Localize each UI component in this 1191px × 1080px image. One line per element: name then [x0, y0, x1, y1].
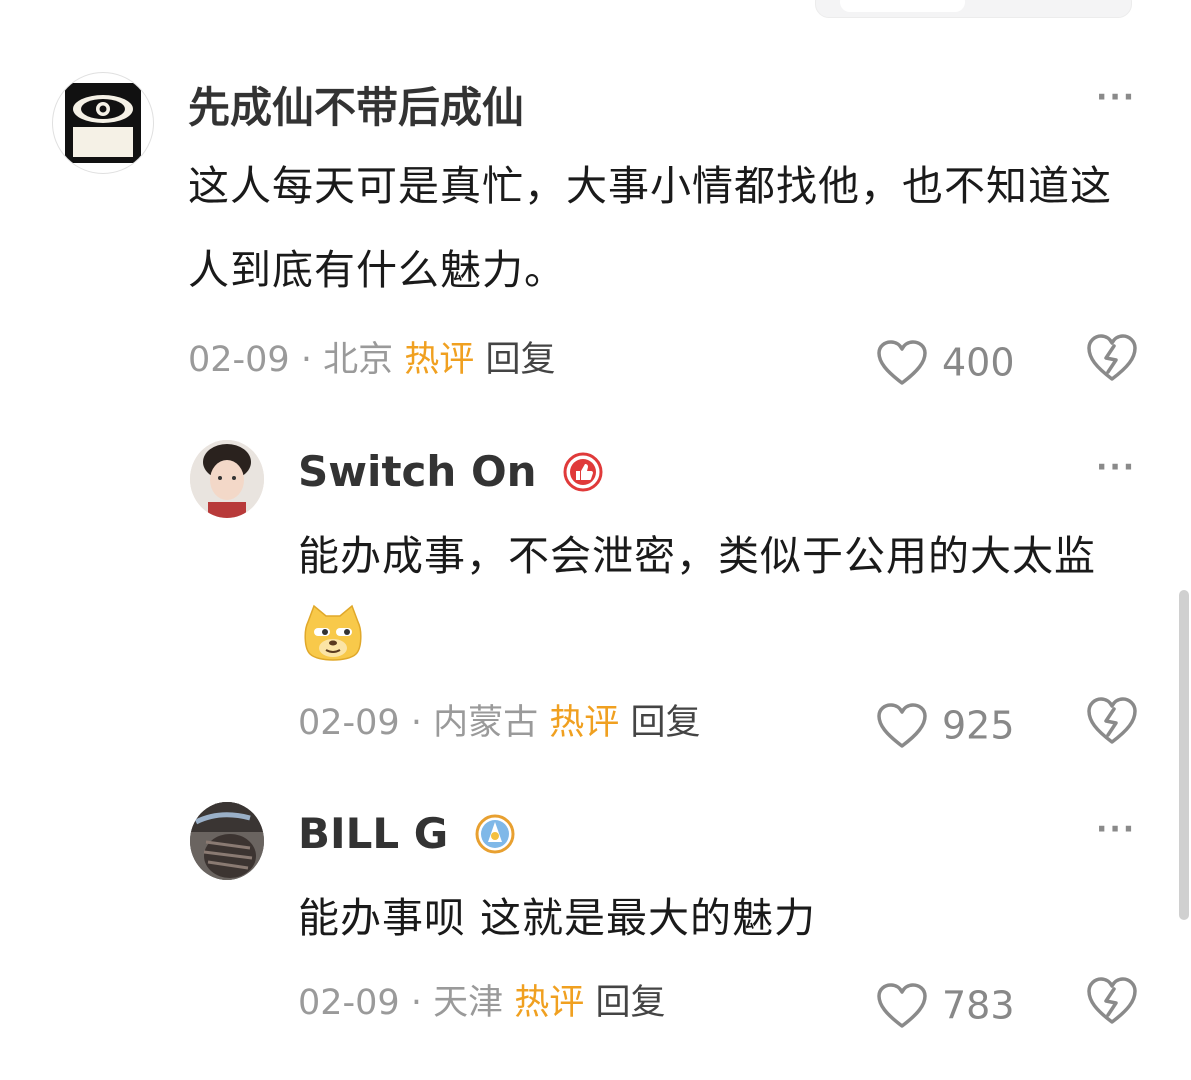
- comment-date: 02-09: [298, 703, 400, 743]
- meta-separator: ·: [300, 340, 312, 380]
- comment-text: 能办事呗 这就是最大的魅力: [298, 894, 817, 942]
- comment-meta: 02-09 · 天津 热评 回复: [298, 983, 665, 1023]
- reply-button[interactable]: 回复: [630, 703, 700, 743]
- more-options-icon[interactable]: ···: [1096, 83, 1136, 113]
- like-count: 400: [942, 340, 1015, 385]
- hot-comment-tag: 热评: [514, 983, 585, 1023]
- comment-meta: 02-09 · 北京 热评 回复: [188, 340, 555, 380]
- meta-separator: ·: [410, 703, 422, 743]
- hot-comment-tag: 热评: [404, 340, 475, 380]
- username[interactable]: Switch On: [298, 444, 603, 496]
- more-options-icon[interactable]: ···: [1096, 453, 1136, 483]
- comment-text: 这人每天可是真忙，大事小情都找他，也不知道这人到底有什么魅力。: [188, 162, 1112, 294]
- heart-icon: [877, 339, 927, 385]
- reply-button[interactable]: 回复: [595, 983, 665, 1023]
- user-photo-icon: [190, 802, 264, 880]
- heart-icon: [877, 702, 927, 748]
- comment-date: 02-09: [298, 983, 400, 1023]
- doge-emoji-icon: [304, 604, 362, 661]
- broken-heart-icon[interactable]: [1086, 977, 1138, 1025]
- broken-heart-icon[interactable]: [1086, 334, 1138, 382]
- user-photo-icon: [190, 440, 264, 518]
- like-count: 925: [942, 703, 1015, 748]
- avatar[interactable]: [190, 802, 264, 880]
- heart-icon: [877, 982, 927, 1028]
- username[interactable]: 先成仙不带后成仙: [188, 74, 524, 135]
- like-count: 783: [942, 983, 1015, 1028]
- more-options-icon[interactable]: ···: [1096, 815, 1136, 845]
- reply-button[interactable]: 回复: [485, 340, 555, 380]
- eye-logo-icon: [65, 83, 141, 163]
- comment-meta: 02-09 · 内蒙古 热评 回复: [298, 703, 700, 743]
- top-pill-highlight: [840, 0, 965, 12]
- comment-text: 能办成事，不会泄密，类似于公用的大太监: [298, 514, 1138, 682]
- avatar[interactable]: [52, 72, 154, 174]
- like-button[interactable]: 783: [876, 978, 1015, 1031]
- scrollbar[interactable]: [1179, 590, 1189, 920]
- comment-location: 北京: [323, 340, 394, 380]
- comment-location: 天津: [433, 983, 504, 1023]
- username[interactable]: BILL G: [298, 806, 515, 858]
- broken-heart-icon[interactable]: [1086, 697, 1138, 745]
- comment-date: 02-09: [188, 340, 290, 380]
- like-button[interactable]: 925: [876, 698, 1015, 751]
- meta-separator: ·: [410, 983, 422, 1023]
- fan-badge-icon: [475, 814, 515, 853]
- hot-comment-tag: 热评: [549, 703, 620, 743]
- comment-location: 内蒙古: [433, 703, 539, 743]
- thumbs-up-badge-icon: [563, 452, 603, 491]
- avatar[interactable]: [190, 440, 264, 518]
- like-button[interactable]: 400: [876, 335, 1015, 388]
